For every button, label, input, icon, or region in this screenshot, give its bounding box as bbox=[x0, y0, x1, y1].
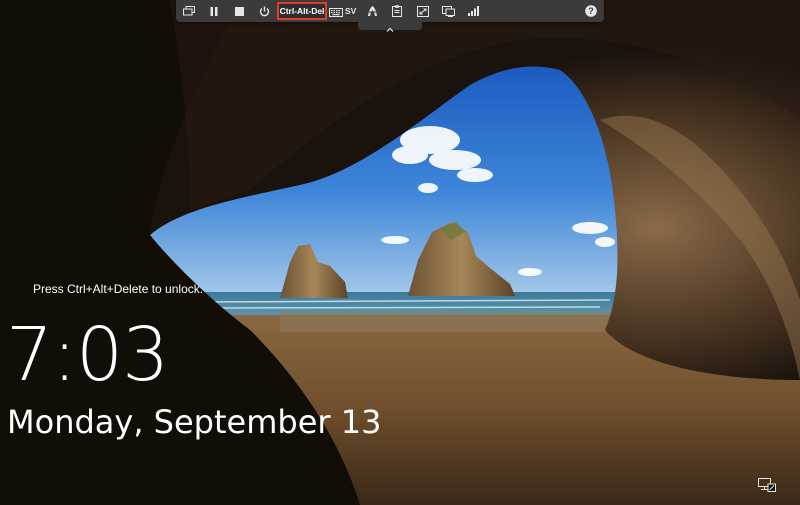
signal-icon bbox=[467, 6, 479, 16]
stop-button[interactable] bbox=[228, 2, 250, 20]
fullscreen-icon bbox=[417, 5, 429, 17]
svg-text:?: ? bbox=[588, 6, 594, 16]
stop-icon bbox=[234, 6, 244, 16]
vm-console-screen: Ctrl-Alt-Del SV ? Press Ctrl+Alt+Delete … bbox=[0, 0, 800, 505]
help-icon: ? bbox=[585, 5, 597, 17]
ctrl-alt-del-button[interactable]: Ctrl-Alt-Del bbox=[277, 2, 327, 20]
lockscreen-time: 7:03 bbox=[6, 312, 169, 398]
window-mode-icon bbox=[183, 6, 195, 16]
keyboard-layout-label: SV bbox=[345, 6, 357, 16]
network-button[interactable] bbox=[758, 477, 776, 492]
accessibility-button[interactable] bbox=[361, 2, 383, 20]
window-mode-button[interactable] bbox=[178, 2, 200, 20]
keyboard-layout-button[interactable]: SV bbox=[329, 2, 359, 20]
keyboard-icon bbox=[329, 2, 343, 21]
pause-button[interactable] bbox=[203, 2, 225, 20]
power-button[interactable] bbox=[253, 2, 275, 20]
display-button[interactable] bbox=[437, 2, 459, 20]
accessibility-icon bbox=[367, 5, 378, 17]
display-icon bbox=[441, 5, 455, 17]
unlock-hint: Press Ctrl+Alt+Delete to unlock. bbox=[33, 282, 204, 296]
signal-button[interactable] bbox=[462, 2, 484, 20]
fullscreen-button[interactable] bbox=[412, 2, 434, 20]
network-icon bbox=[758, 477, 776, 496]
power-icon bbox=[259, 6, 270, 17]
chevron-up-icon bbox=[386, 17, 394, 36]
lockscreen-date: Monday, September 13 bbox=[7, 403, 382, 441]
help-button[interactable]: ? bbox=[580, 2, 602, 20]
toolbar-collapse-tab[interactable] bbox=[358, 22, 422, 32]
pause-icon bbox=[210, 6, 218, 16]
clipboard-icon bbox=[392, 5, 402, 17]
